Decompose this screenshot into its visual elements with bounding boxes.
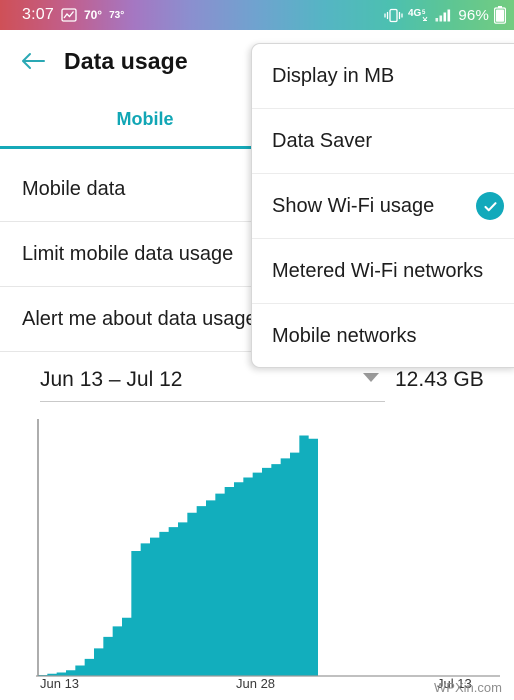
- signal-bars-icon: [435, 8, 453, 22]
- tab-mobile[interactable]: Mobile: [0, 92, 290, 147]
- menu-item-label: Display in MB: [272, 64, 395, 87]
- svg-text:4G: 4G: [408, 8, 422, 19]
- vibrate-icon: [384, 8, 404, 23]
- watermark: WPXin.com: [434, 680, 502, 695]
- menu-item-label: Metered Wi-Fi networks: [272, 259, 484, 282]
- status-temp-low: 73°: [109, 9, 125, 21]
- usage-area-fill: [38, 435, 318, 676]
- menu-item-mobile-networks[interactable]: Mobile networks: [252, 304, 514, 367]
- x-tick-label-0: Jun 13: [40, 676, 80, 691]
- data-usage-chart: [0, 414, 514, 700]
- x-tick-label-1: Jun 28: [236, 676, 276, 691]
- status-temp-high: 70°: [83, 8, 103, 22]
- menu-item-metered-wifi-networks[interactable]: Metered Wi-Fi networks: [252, 239, 514, 304]
- menu-item-label: Show Wi-Fi usage: [272, 194, 435, 217]
- menu-item-display-in-mb[interactable]: Display in MB: [252, 44, 514, 109]
- weather-graph-icon: [61, 8, 77, 22]
- status-bar-right: 4G 5 96%: [384, 6, 507, 24]
- status-bar: 3:07 70° 73° 4G 5 96%: [0, 0, 514, 30]
- chevron-down-icon: [363, 373, 379, 382]
- tab-mobile-label: Mobile: [116, 109, 174, 129]
- overflow-menu: Display in MB Data Saver Show Wi-Fi usag…: [251, 43, 514, 368]
- menu-item-data-saver[interactable]: Data Saver: [252, 109, 514, 174]
- check-circle-icon: [476, 192, 504, 220]
- setting-label: Alert me about data usage: [22, 307, 257, 330]
- setting-label: Mobile data: [22, 177, 126, 200]
- page-title: Data usage: [64, 47, 188, 74]
- cycle-range-label: Jun 13 – Jul 12: [40, 367, 183, 391]
- status-bar-left: 3:07 70° 73°: [22, 6, 124, 24]
- back-arrow-icon[interactable]: [18, 46, 48, 76]
- svg-text:5: 5: [422, 10, 426, 16]
- usage-area-chart: [36, 419, 500, 677]
- menu-item-label: Mobile networks: [272, 325, 417, 347]
- data-usage-total: 12.43 GB: [395, 368, 484, 391]
- menu-item-show-wifi-usage[interactable]: Show Wi-Fi usage: [252, 174, 514, 239]
- network-4g-lte-icon: 4G 5: [408, 7, 430, 23]
- battery-icon: [494, 6, 507, 24]
- battery-percent: 96%: [458, 6, 489, 24]
- menu-item-label: Data Saver: [272, 129, 373, 152]
- setting-label: Limit mobile data usage: [22, 242, 234, 265]
- status-time: 3:07: [22, 6, 54, 23]
